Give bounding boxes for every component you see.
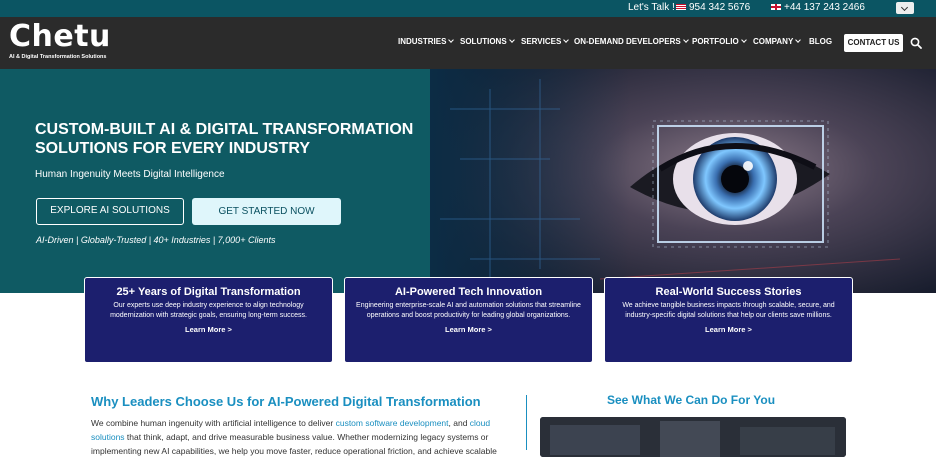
card-title: Real-World Success Stories xyxy=(655,286,802,298)
hero-illustration xyxy=(430,69,936,293)
hero-section: CUSTOM-BUILT AI & DIGITAL TRANSFORMATION… xyxy=(0,69,936,293)
phone-us-number: 954 342 5676 xyxy=(689,2,751,13)
nav-item-on-demand-developers[interactable]: ON-DEMAND DEVELOPERS xyxy=(574,37,689,46)
chevron-down-icon xyxy=(448,37,455,43)
feature-card-transformation: 25+ Years of Digital Transformation Our … xyxy=(84,277,333,363)
card-title: AI-Powered Tech Innovation xyxy=(394,286,543,298)
phone-us-link[interactable]: 954 342 5676 xyxy=(676,2,750,13)
lets-talk-label: Let's Talk ! xyxy=(628,2,675,13)
why-leaders-heading: Why Leaders Choose Us for AI-Powered Dig… xyxy=(91,394,481,409)
feature-card-innovation: AI-Powered Tech Innovation Engineering e… xyxy=(344,277,593,363)
nav-item-label: COMPANY xyxy=(753,37,794,46)
nav-item-services[interactable]: SERVICES xyxy=(521,37,570,46)
hero-title: CUSTOM-BUILT AI & DIGITAL TRANSFORMATION… xyxy=(35,121,414,157)
card-description: Our experts use deep industry experience… xyxy=(110,302,307,319)
video-thumbnail[interactable] xyxy=(540,417,846,457)
search-icon[interactable] xyxy=(910,37,922,49)
why-text-part: , and xyxy=(448,418,470,428)
see-what-we-can-do-heading: See What We Can Do For You xyxy=(607,393,776,407)
get-started-now-button[interactable]: GET STARTED NOW xyxy=(192,198,341,225)
hero-eye-image xyxy=(430,69,936,293)
nav-item-portfolio[interactable]: PORTFOLIO xyxy=(692,37,747,46)
nav-item-solutions[interactable]: SOLUTIONS xyxy=(460,37,515,46)
why-text-part: that think, adapt, and drive measurable … xyxy=(91,432,497,456)
us-flag-icon xyxy=(676,4,686,11)
nav-item-label: INDUSTRIES xyxy=(398,37,447,46)
language-dropdown[interactable] xyxy=(896,2,914,14)
chevron-down-icon xyxy=(563,37,570,43)
phone-uk-link[interactable]: +44 137 243 2466 xyxy=(771,2,865,13)
hero-stats: AI-Driven | Globally-Trusted | 40+ Indus… xyxy=(36,235,276,245)
explore-ai-solutions-button[interactable]: EXPLORE AI SOLUTIONS xyxy=(36,198,184,225)
chevron-down-icon xyxy=(682,37,689,43)
why-text-part: We combine human ingenuity with artifici… xyxy=(91,418,336,428)
main-nav: Chetu AI & Digital Transformation Soluti… xyxy=(0,17,936,69)
nav-item-label: BLOG xyxy=(809,37,833,46)
card-description: We achieve tangible business impacts thr… xyxy=(622,302,835,319)
nav-item-company[interactable]: COMPANY xyxy=(753,37,802,46)
why-leaders-paragraph: We combine human ingenuity with artifici… xyxy=(91,416,516,458)
uk-flag-icon xyxy=(771,4,781,11)
chevron-down-icon xyxy=(795,37,802,43)
learn-more-link[interactable]: Learn More > xyxy=(355,325,582,334)
hero-subtitle: Human Ingenuity Meets Digital Intelligen… xyxy=(35,169,225,180)
nav-item-label: PORTFOLIO xyxy=(692,37,739,46)
chevron-down-icon xyxy=(740,37,747,43)
custom-software-development-link[interactable]: custom software development xyxy=(336,418,449,428)
logo-tagline: AI & Digital Transformation Solutions xyxy=(9,54,107,60)
learn-more-link[interactable]: Learn More > xyxy=(615,325,842,334)
contact-us-button[interactable]: CONTACT US xyxy=(844,34,903,52)
logo[interactable]: Chetu AI & Digital Transformation Soluti… xyxy=(9,19,111,60)
nav-item-label: SOLUTIONS xyxy=(460,37,507,46)
video-preview-image xyxy=(540,417,846,457)
logo-wordmark: Chetu xyxy=(9,19,111,54)
nav-item-label: SERVICES xyxy=(521,37,562,46)
nav-item-blog[interactable]: BLOG xyxy=(809,37,832,46)
nav-item-industries[interactable]: INDUSTRIES xyxy=(398,37,455,46)
card-title: 25+ Years of Digital Transformation xyxy=(116,286,301,298)
card-description: Engineering enterprise-scale AI and auto… xyxy=(356,302,581,319)
chevron-down-icon xyxy=(508,37,515,43)
section-divider xyxy=(526,395,527,450)
top-contact-bar: Let's Talk ! 954 342 5676 +44 137 243 24… xyxy=(0,0,936,17)
learn-more-link[interactable]: Learn More > xyxy=(95,325,322,334)
phone-uk-number: +44 137 243 2466 xyxy=(784,2,865,13)
feature-card-success-stories: Real-World Success Stories We achieve ta… xyxy=(604,277,853,363)
nav-item-label: ON-DEMAND DEVELOPERS xyxy=(574,37,681,46)
